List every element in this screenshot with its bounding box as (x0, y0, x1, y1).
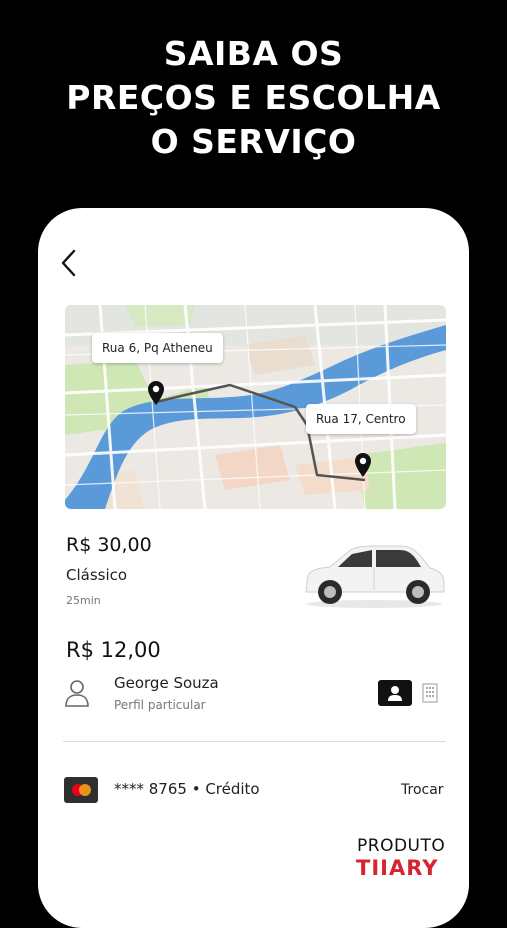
back-arrow-icon[interactable] (58, 248, 84, 278)
brand-label: PRODUTO (357, 836, 446, 856)
payment-card-text: **** 8765 • Crédito (114, 780, 260, 798)
headline-line-1: SAIBA OS (163, 34, 344, 73)
personal-profile-button[interactable] (378, 680, 412, 706)
headline-line-3: O SERVIÇO (150, 122, 357, 161)
service-name[interactable]: Clássico (66, 566, 127, 584)
car-image (305, 545, 445, 608)
user-profile-type: Perfil particular (114, 698, 206, 712)
fare-price: R$ 12,00 (66, 638, 161, 662)
person-icon (65, 680, 89, 707)
user-name: George Souza (114, 674, 219, 692)
destination-callout: Rua 17, Centro (306, 404, 416, 434)
map-pin-icon (148, 381, 164, 405)
brand-logo: TIIARY (356, 856, 439, 880)
promo-headline: SAIBA OS PREÇOS E ESCOLHA O SERVIÇO (0, 32, 507, 164)
map-pin-icon (355, 453, 371, 477)
building-icon[interactable] (419, 681, 441, 705)
headline-line-2: PREÇOS E ESCOLHA (66, 78, 441, 117)
service-price: R$ 30,00 (66, 534, 152, 556)
change-payment-button[interactable]: Trocar (401, 782, 444, 798)
origin-callout: Rua 6, Pq Atheneu (92, 333, 223, 363)
service-duration: 25min (66, 594, 101, 607)
divider (63, 741, 446, 742)
mastercard-icon (64, 777, 98, 803)
id-card-icon (388, 686, 402, 701)
